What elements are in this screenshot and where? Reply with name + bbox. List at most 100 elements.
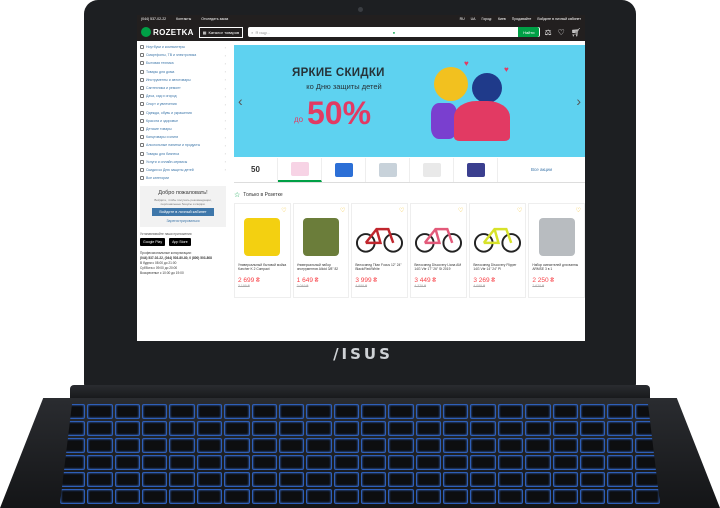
thumb-1[interactable]: 50 (234, 157, 278, 182)
sidebar-category[interactable]: Сантехника и ремонт › (140, 84, 226, 92)
product-name[interactable]: Велосипед Discovery Flipper 14G Vbr 14" … (473, 263, 522, 275)
sidebar-category[interactable]: Инструменты и автотовары › (140, 76, 226, 84)
sidebar-category[interactable]: Смартфоны, ТВ и электроника › (140, 51, 226, 59)
lang-ru[interactable]: RU (460, 17, 465, 21)
city-selector[interactable]: Киев (498, 17, 506, 21)
keyboard-key (525, 455, 551, 470)
sidebar-category[interactable]: Красота и здоровье › (140, 117, 226, 125)
sell-link[interactable]: Продавайте (512, 17, 532, 21)
product-name[interactable]: Велосипед Discovery Liana AM 14G Vbr 17"… (414, 263, 463, 275)
lang-ua[interactable]: UA (471, 17, 476, 21)
all-promos-link[interactable]: Все акции (498, 158, 585, 182)
welcome-title: Добро пожаловать! (158, 190, 208, 197)
category-label: Товары для бизнеса (146, 151, 180, 156)
banner-prev-arrow[interactable]: ‹ (238, 93, 243, 109)
keyboard-key (114, 438, 141, 453)
product-name[interactable]: Универсальный бытовой мойка Karcher K 2 … (238, 263, 287, 275)
login-button[interactable]: Войдите в личный кабинет (152, 208, 214, 217)
product-old-price: 2 620 ₴ (532, 284, 545, 288)
keyboard-key (196, 489, 223, 504)
contacts-link[interactable]: Контакты (176, 17, 191, 21)
wishlist-heart-icon[interactable]: ♡ (340, 207, 345, 214)
thumb-image (290, 161, 309, 176)
keyboard-key (607, 438, 633, 453)
chevron-right-icon: › (224, 52, 226, 58)
product-image[interactable] (355, 215, 404, 259)
sidebar-category[interactable]: Алкогольные напитки и продукты › (140, 141, 226, 149)
sidebar-category[interactable]: Одежда, обувь и украшения › (140, 109, 226, 117)
top-bar: (044) 537-02-22 Контакты Отследить заказ… (137, 15, 585, 23)
keyboard-key (415, 455, 442, 470)
product-card[interactable]: ♡ Велосипед Discovery Liana AM 14G Vbr 17… (410, 203, 468, 298)
wishlist-heart-icon[interactable]: ♡ (281, 207, 286, 214)
category-icon (140, 53, 144, 58)
thumb-4[interactable] (366, 157, 410, 182)
sidebar-category[interactable]: Все категории (140, 174, 226, 182)
category-label: Сантехника и ремонт (146, 86, 181, 91)
phone-number[interactable]: (044) 537-02-22 (141, 17, 166, 21)
category-icon (140, 118, 144, 123)
sidebar-category[interactable]: Канцтовары и книги › (140, 133, 226, 141)
keyboard-key (306, 489, 332, 504)
keyboard-key (497, 438, 524, 453)
banner-next-arrow[interactable]: › (576, 93, 581, 109)
product-image[interactable] (238, 215, 287, 259)
sidebar-category[interactable]: Детские товары › (140, 125, 226, 133)
compare-icon[interactable]: ⚖ (545, 28, 552, 37)
search-button[interactable]: Найти (518, 27, 540, 37)
product-card[interactable]: ♡ Универсальный бытовой мойка Karcher K 2… (234, 203, 291, 298)
thumb-2[interactable] (278, 157, 322, 182)
keyboard-key (251, 489, 277, 504)
wishlist-heart-icon[interactable]: ♡ (517, 207, 522, 214)
sidebar-category[interactable]: Товары для бизнеса › (140, 149, 226, 157)
sidebar-category[interactable]: Скидки ко Дню защиты детей › (140, 166, 226, 174)
google-play-button[interactable]: Google Play (140, 238, 166, 247)
product-card[interactable]: ♡ Велосипед Discovery Flipper 14G Vbr 14"… (469, 203, 527, 298)
sidebar-category[interactable]: Бытовая техника › (140, 59, 226, 67)
register-link[interactable]: Зарегистрироваться (144, 219, 222, 223)
product-image[interactable] (473, 215, 522, 259)
wishlist-heart-icon[interactable]: ♡ (458, 207, 463, 214)
wishlist-heart-icon[interactable]: ♡ (399, 207, 404, 214)
product-card[interactable]: ♡ Велосипед Titan Focus 12" 24" Black/Red… (351, 203, 409, 298)
rozetka-logo[interactable]: ROZETKA (141, 27, 194, 37)
thumb-5[interactable] (410, 157, 454, 182)
product-name[interactable]: Набор смесителей для ванны ARMSE 3 в 1 (532, 263, 581, 275)
thumb-6[interactable] (454, 157, 498, 182)
track-order-link[interactable]: Отследить заказ (201, 17, 228, 21)
account-link[interactable]: Войдите в личный кабинет (537, 17, 581, 21)
app-store-button[interactable]: App Store (169, 238, 191, 247)
wishlist-heart-icon[interactable]: ♡ (576, 207, 581, 214)
product-card[interactable]: ♡ Универсальный набор инструментов Alloid… (292, 203, 350, 298)
product-image[interactable] (414, 215, 463, 259)
keyboard-key (443, 421, 469, 436)
wishlist-icon[interactable]: ♡ (558, 28, 565, 37)
product-card[interactable]: ♡ Набор смесителей для ванны ARMSE 3 в 1 2… (528, 203, 585, 298)
sidebar-category[interactable]: Товары для дома › (140, 68, 226, 76)
chevron-right-icon: › (224, 69, 226, 75)
product-old-price: 4 099 ₴ (473, 284, 486, 288)
search-input[interactable]: Я ищу... (255, 30, 270, 35)
banner-subline: ко Дню защиты детей (306, 82, 382, 91)
thumb-3[interactable] (322, 157, 366, 182)
product-image[interactable] (297, 215, 346, 259)
cart-icon[interactable]: 🛒︎ (571, 28, 581, 37)
keyboard-key (552, 438, 578, 453)
product-image[interactable] (532, 215, 581, 259)
sidebar-category[interactable]: Дача, сад и огород › (140, 92, 226, 100)
product-name[interactable]: Универсальный набор инструментов Alloid … (297, 263, 346, 275)
site-header: ROZETKA ▦ Каталог товаров ⌕ Я ищу... ● Н… (137, 23, 585, 41)
sidebar-category[interactable]: Услуги и онлайн-сервисы › (140, 158, 226, 166)
product-name[interactable]: Велосипед Titan Focus 12" 24" Black/Red/… (355, 263, 404, 275)
microphone-icon[interactable]: ● (393, 30, 395, 35)
catalog-button[interactable]: ▦ Каталог товаров (198, 26, 244, 38)
star-icon: ☆ (234, 192, 241, 199)
promo-banner[interactable]: ‹ › ЯРКИЕ СКИДКИ ко Дню защиты детей до … (234, 45, 585, 157)
category-label: Алкогольные напитки и продукты (146, 143, 201, 148)
sidebar-category[interactable]: Ноутбуки и компьютеры › (140, 43, 226, 51)
banner-prefix: до (294, 115, 304, 124)
keyboard-key (306, 472, 332, 487)
sidebar-category[interactable]: Спорт и увлечения › (140, 100, 226, 108)
keyboard-key (278, 472, 305, 487)
keyboard-key (224, 438, 250, 453)
